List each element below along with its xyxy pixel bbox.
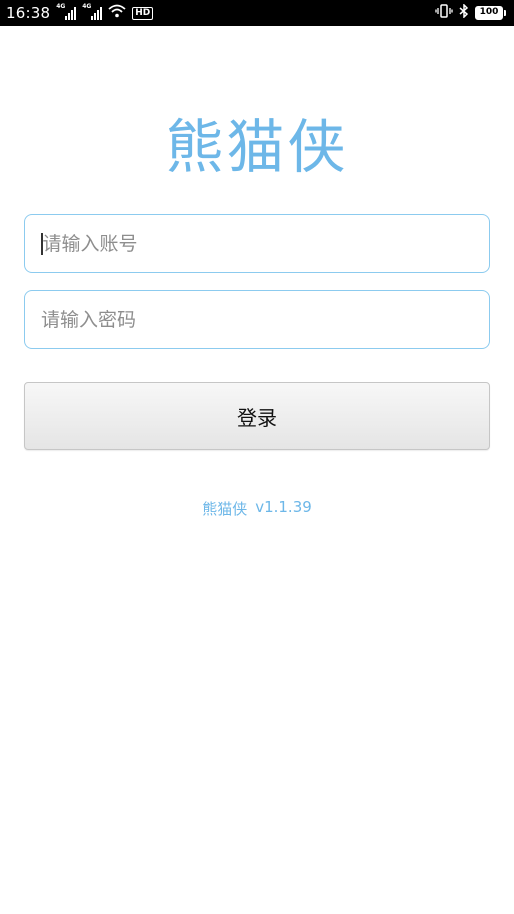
login-button[interactable]: 登录 <box>24 382 490 450</box>
status-bar: 16:38 4G 4G HD 100 <box>0 0 514 26</box>
version-number: v1.1.39 <box>255 498 312 516</box>
battery-level: 100 <box>475 6 503 20</box>
account-field[interactable] <box>24 214 490 273</box>
battery-icon: 100 <box>475 6 506 20</box>
signal-icon: 4G <box>56 3 77 20</box>
version-app-name: 熊猫侠 <box>202 500 248 518</box>
app-title: 熊猫侠 <box>165 113 349 181</box>
vibrate-icon <box>435 4 453 22</box>
account-input[interactable] <box>42 215 489 272</box>
wifi-icon <box>108 4 126 22</box>
status-left: 16:38 4G 4G HD <box>6 3 154 22</box>
hd-icon: HD <box>132 6 154 20</box>
password-input[interactable] <box>41 291 489 348</box>
bluetooth-icon <box>459 3 469 22</box>
version-info: 熊猫侠 v1.1.39 <box>0 498 514 519</box>
status-right: 100 <box>435 3 506 22</box>
signal-icon: 4G <box>82 3 103 20</box>
password-field[interactable] <box>24 290 490 349</box>
network-type-label: 4G <box>82 3 92 10</box>
network-type-label: 4G <box>56 3 66 10</box>
status-time: 16:38 <box>6 4 51 22</box>
